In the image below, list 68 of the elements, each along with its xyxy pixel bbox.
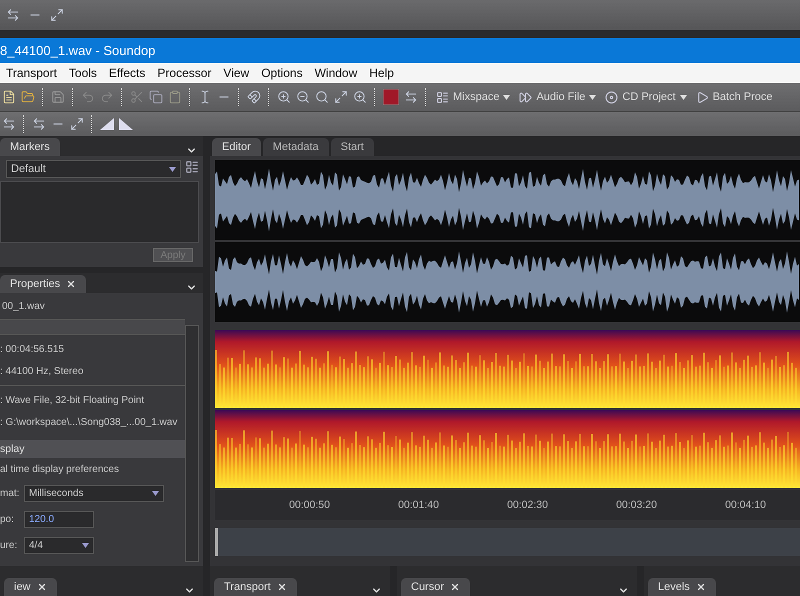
- workspace-button[interactable]: Audio File: [517, 90, 598, 104]
- list-icon: [436, 90, 449, 104]
- close-icon[interactable]: [696, 582, 706, 592]
- caret-icon: [589, 94, 596, 100]
- zoom-out-icon[interactable]: [296, 90, 310, 104]
- menu-item[interactable]: Help: [363, 63, 400, 83]
- property-text: : 00:04:56.515: [0, 344, 64, 354]
- field-label: po:: [0, 514, 15, 524]
- caret-icon: [503, 94, 510, 100]
- timeline-label: 00:02:30: [507, 499, 548, 511]
- copy-icon[interactable]: [149, 90, 163, 104]
- caret-icon: [680, 94, 687, 100]
- property-text: : Wave File, 32-bit Floating Point: [0, 394, 144, 406]
- list-icon[interactable]: [185, 160, 199, 174]
- timeline-label: 00:00:50: [289, 499, 330, 511]
- close-icon[interactable]: [276, 582, 287, 592]
- menu-item[interactable]: Tools: [62, 63, 103, 83]
- search-icon[interactable]: [315, 90, 329, 104]
- scrollbar[interactable]: [185, 325, 199, 562]
- menu-item[interactable]: View: [217, 63, 256, 83]
- section-description: al time display preferences: [0, 464, 119, 474]
- timeline-label: 00:03:20: [616, 499, 657, 511]
- color-swatch-icon[interactable]: [383, 89, 399, 105]
- window-title: 8_44100_1.wav - Soundop: [0, 43, 156, 58]
- menu-item[interactable]: Transport: [0, 63, 63, 83]
- property-text: : G:\workspace\...\Song038_...00_1.wav: [0, 416, 178, 428]
- close-icon[interactable]: [450, 582, 460, 592]
- dropdown-field[interactable]: 4/4: [24, 536, 94, 554]
- section-title: splay: [0, 443, 25, 455]
- ramp-down-icon[interactable]: [119, 118, 133, 130]
- folder-icon[interactable]: [21, 90, 35, 104]
- caret-icon: [82, 542, 89, 548]
- caret-icon: [169, 166, 176, 172]
- editor-tab[interactable]: Metadata: [262, 138, 329, 156]
- menu-item[interactable]: Processor: [151, 63, 218, 83]
- editor-tab[interactable]: Start: [330, 138, 374, 156]
- zoom-in-icon[interactable]: [353, 90, 367, 104]
- disc-icon: [605, 90, 618, 104]
- menu-item[interactable]: Window: [308, 63, 364, 83]
- play-icon: [696, 90, 709, 104]
- dropdown-field[interactable]: Milliseconds: [24, 484, 164, 502]
- fast-forward-icon: [519, 90, 532, 104]
- menu-item[interactable]: Effects: [102, 63, 152, 83]
- save-icon[interactable]: [51, 90, 65, 104]
- workspace-button[interactable]: CD Project: [603, 90, 689, 104]
- new-file-icon[interactable]: [2, 90, 16, 104]
- workspace-button[interactable]: Mixspace: [434, 90, 512, 104]
- file-name: 00_1.wav: [2, 300, 45, 312]
- close-icon[interactable]: [66, 279, 76, 289]
- magnet-icon[interactable]: [247, 90, 261, 104]
- expand-icon[interactable]: [70, 117, 84, 131]
- close-icon[interactable]: [36, 582, 47, 592]
- zoom-fit-icon[interactable]: [334, 90, 348, 104]
- workspace-button[interactable]: Batch Proce: [694, 90, 774, 104]
- field-label: mat:: [0, 488, 20, 498]
- ramp-up-icon[interactable]: [100, 118, 114, 130]
- caret-icon: [152, 490, 159, 496]
- timeline-label: 00:04:10: [725, 499, 766, 511]
- swap-icon[interactable]: [404, 90, 418, 104]
- expand-icon[interactable]: [50, 8, 64, 22]
- menu-item[interactable]: Options: [255, 63, 309, 83]
- property-text: : 44100 Hz, Stereo: [0, 366, 84, 376]
- zoom-in-icon[interactable]: [277, 90, 291, 104]
- input-field[interactable]: 120.0: [24, 510, 94, 528]
- editor-tab[interactable]: Editor: [212, 138, 261, 156]
- preset-dropdown[interactable]: Default: [6, 160, 181, 178]
- timeline-label: 00:01:40: [398, 499, 439, 511]
- field-label: ure:: [0, 540, 18, 550]
